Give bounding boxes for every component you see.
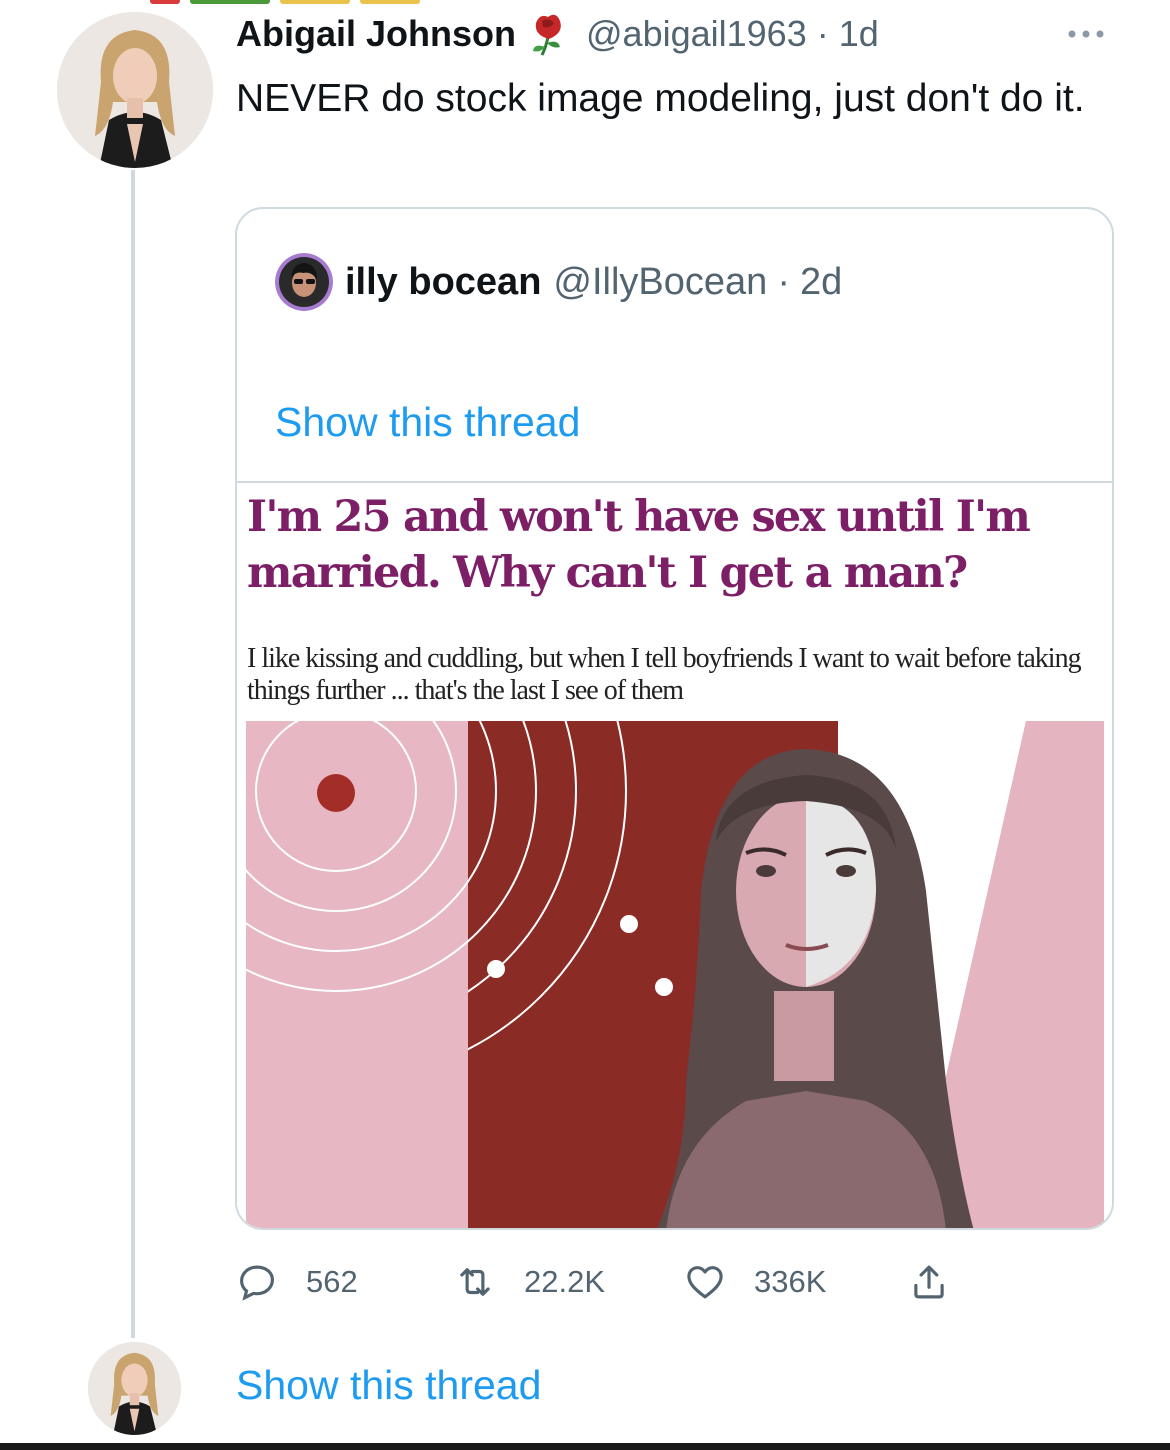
reply-button[interactable]: 562 [236,1252,358,1312]
quoted-author-handle: @IllyBocean [553,260,768,303]
previous-tweet-edge [150,0,480,6]
retweet-count: 22.2K [524,1264,606,1299]
article-screenshot: I'm 25 and won't have sex until I'm marr… [237,483,1112,1228]
quoted-author-avatar [275,253,333,311]
quoted-author-name: illy bocean [345,260,542,303]
more-dots-icon[interactable] [1062,24,1110,44]
quoted-tweet-header: illy bocean @IllyBocean · 2d [275,253,842,311]
retweet-icon [460,1268,490,1296]
author-display-name[interactable]: Abigail Johnson [236,13,516,55]
retweet-button[interactable]: 22.2K [454,1252,605,1312]
reply-count: 562 [306,1264,358,1299]
like-button[interactable]: 336K [684,1252,826,1312]
share-icon [914,1265,944,1299]
bottom-edge-bar [0,1443,1170,1450]
show-thread-link[interactable]: Show this thread [236,1362,541,1409]
article-headline: I'm 25 and won't have sex until I'm marr… [247,492,1031,598]
rose-icon [526,11,572,57]
article-standfirst: I like kissing and cuddling, but when I … [247,643,1082,706]
share-button[interactable] [908,1252,950,1312]
author-handle[interactable]: @abigail1963 [586,13,807,55]
tweet-timestamp[interactable]: 1d [839,13,879,55]
quoted-tweet-card[interactable]: illy bocean @IllyBocean · 2d Show this t… [235,207,1114,1230]
like-count: 336K [754,1264,827,1299]
thread-connector-line [131,170,135,1338]
reply-icon [240,1265,274,1301]
heart-icon [687,1266,723,1299]
header-separator: · [816,13,829,54]
author-avatar-small[interactable] [88,1342,181,1435]
quoted-show-thread-link[interactable]: Show this thread [275,399,580,446]
article-illustration [246,721,1104,1228]
quoted-header-separator: · [777,260,790,303]
tweet-actions: 562 22.2K 336K [236,1252,1036,1312]
tweet-text: NEVER do stock image modeling, just don'… [236,77,1085,120]
tweet-header: Abigail Johnson @abigail1963 · 1d [236,10,879,58]
author-avatar[interactable] [57,12,213,168]
quoted-timestamp: 2d [799,260,843,303]
